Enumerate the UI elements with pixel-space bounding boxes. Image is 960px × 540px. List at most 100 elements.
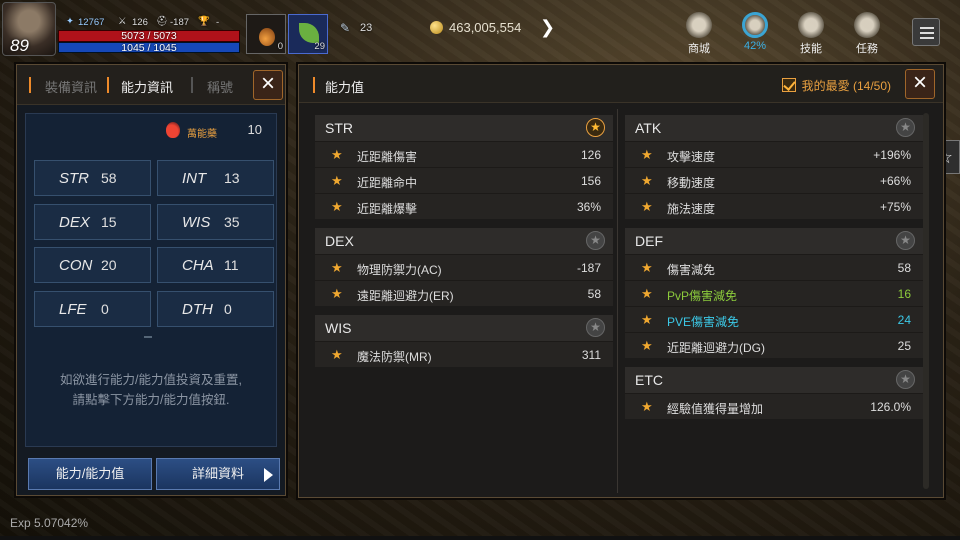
favorites-label: 我的最愛 (14/50) <box>801 79 891 93</box>
quests-label: 任務 <box>856 43 878 55</box>
favorites-toggle[interactable]: 我的最愛 (14/50) <box>781 77 891 94</box>
mp-bar: 1045 / 1045 <box>58 42 240 54</box>
stat-value: 20 <box>101 257 117 273</box>
group-favorite-star-icon[interactable]: ★ <box>896 118 915 137</box>
close-icon: × <box>260 70 275 97</box>
stat-box-wis: WIS 35 <box>157 204 274 240</box>
stat-box-str: STR 58 <box>34 160 151 196</box>
close-icon: × <box>912 69 927 96</box>
gold-display: 463,005,554 <box>430 20 521 35</box>
group-header: ATK ★ <box>625 115 923 141</box>
chevron-right-icon[interactable]: ❯ <box>540 17 555 38</box>
group-name: ETC <box>635 372 663 388</box>
star-icon: ★ <box>641 173 653 188</box>
stat-name: DTH <box>182 301 213 318</box>
stat-value: 311 <box>581 348 601 362</box>
shop-button[interactable]: 商城 <box>676 12 722 56</box>
stat-label: 物理防禦力(AC) <box>357 263 442 277</box>
gold-value: 463,005,554 <box>449 20 522 35</box>
star-icon: ★ <box>641 147 653 162</box>
detail-button[interactable]: 詳細資料 <box>156 458 280 490</box>
stat-name: CON <box>59 257 93 274</box>
stat-row: ★ 物理防禦力(AC) -187 <box>315 254 613 280</box>
scrollbar[interactable] <box>923 113 929 489</box>
stat-group-etc: ETC ★ ★ 經驗值獲得量增加 126.0% <box>625 367 923 419</box>
stat-group-dex: DEX ★ ★ 物理防禦力(AC) -187 ★ 遠距離迴避力(ER) 58 <box>315 228 613 306</box>
detail-button-label: 詳細資料 <box>191 466 244 481</box>
star-icon: ★ <box>331 347 343 362</box>
tab-ability[interactable]: 能力資訊 <box>121 77 173 96</box>
exp-bar <box>0 536 960 540</box>
tab-titles[interactable]: 稱號 <box>207 77 233 96</box>
group-name: STR <box>325 120 353 136</box>
group-header: DEF ★ <box>625 228 923 254</box>
stat-group-wis: WIS ★ ★ 魔法防禦(MR) 311 <box>315 315 613 367</box>
star-icon: ★ <box>641 199 653 214</box>
play-arrow-icon <box>264 468 273 482</box>
quest-scroll-icon <box>854 12 880 38</box>
stats-area: 萬能藥 10 STR 58 INT 13 DEX 15 WIS 35 CON 20 CHA… <box>25 113 277 447</box>
exp-label: Exp 5.07042% <box>10 516 89 530</box>
group-name: ATK <box>635 120 662 136</box>
stat-value: +196% <box>873 148 911 162</box>
stat-label: 攻擊速度 <box>667 150 716 164</box>
inventory-button[interactable]: 42% <box>732 12 778 52</box>
scroll-icon: ✎ <box>340 21 351 35</box>
stat-value: -187 <box>576 261 601 275</box>
stat-value: 58 <box>101 170 117 186</box>
trophy-icon: 🏆 <box>198 16 210 27</box>
group-favorite-star-icon[interactable]: ★ <box>896 370 915 389</box>
gold-coin-icon <box>430 21 443 34</box>
power-icon: ✦ <box>66 16 74 27</box>
character-info-panel: 裝備資訊 能力資訊 稱號 × 萬能藥 10 STR 58 INT 13 DEX 15 … <box>16 64 286 496</box>
group-favorite-star-icon[interactable]: ★ <box>586 118 605 137</box>
main-menu-button[interactable] <box>912 18 940 46</box>
leaf-slot[interactable]: 29 <box>288 14 328 54</box>
column-divider <box>617 109 618 493</box>
tab-equipment[interactable]: 裝備資訊 <box>45 77 97 96</box>
stat-row: ★ 移動速度 +66% <box>625 167 923 193</box>
stat-value: 25 <box>897 339 911 353</box>
group-header: ETC ★ <box>625 367 923 393</box>
stat-value: 58 <box>897 261 911 275</box>
stat-value: 126.0% <box>870 400 911 414</box>
stat-label: 施法速度 <box>667 202 716 216</box>
close-left-panel-button[interactable]: × <box>253 70 283 100</box>
group-favorite-star-icon[interactable]: ★ <box>586 318 605 337</box>
ability-button[interactable]: 能力/能力值 <box>28 458 152 490</box>
potion-slot[interactable]: 0 <box>246 14 286 54</box>
scroll-count: 23 <box>360 22 373 34</box>
group-favorite-star-icon[interactable]: ★ <box>896 231 915 250</box>
skills-button[interactable]: 技能 <box>788 12 834 56</box>
tab-separator <box>29 77 31 93</box>
stat-value: +75% <box>879 200 911 214</box>
checkbox-icon <box>781 78 796 92</box>
stat-row: ★ 傷害減免 58 <box>625 254 923 280</box>
divider <box>144 336 152 338</box>
stat-value: 126 <box>580 148 601 162</box>
stat-value: 16 <box>897 287 911 301</box>
stat-row: ★ 施法速度 +75% <box>625 193 923 219</box>
stat-box-con: CON 20 <box>34 247 151 283</box>
leaf-slot-count: 29 <box>314 41 325 52</box>
stat-row: ★ 近距離爆擊 36% <box>315 193 613 219</box>
bag-icon <box>742 12 768 38</box>
shop-label: 商城 <box>688 43 710 55</box>
power-value: 12767 <box>78 17 105 28</box>
hamburger-icon <box>920 27 934 29</box>
stat-label: PVE傷害減免 <box>667 315 740 329</box>
stat-name: STR <box>59 170 89 187</box>
potion-icon <box>259 28 275 46</box>
stat-value: 35 <box>224 214 240 230</box>
stat-label: 傷害減免 <box>667 263 716 277</box>
stat-name: LFE <box>59 301 87 318</box>
stat-name: CHA <box>182 257 214 274</box>
stat-row: ★ 近距離迴避力(DG) 25 <box>625 332 923 358</box>
stat-row: ★ 近距離命中 156 <box>315 167 613 193</box>
info-tabs: 裝備資訊 能力資訊 稱號 × <box>17 65 285 105</box>
star-icon: ★ <box>641 260 653 275</box>
stat-box-dth: DTH 0 <box>157 291 274 327</box>
quests-button[interactable]: 任務 <box>844 12 890 56</box>
group-favorite-star-icon[interactable]: ★ <box>586 231 605 250</box>
close-right-panel-button[interactable]: × <box>905 69 935 99</box>
